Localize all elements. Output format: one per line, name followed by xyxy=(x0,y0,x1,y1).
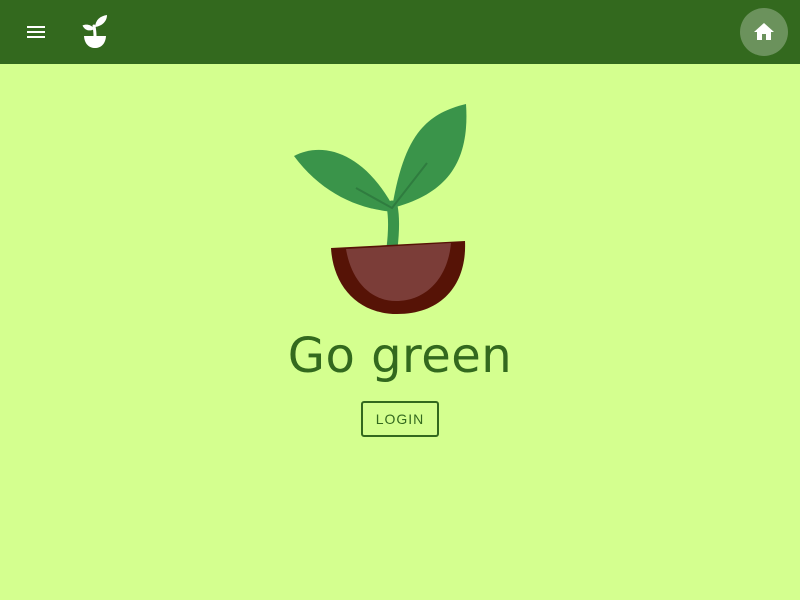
home-button[interactable] xyxy=(740,8,788,56)
login-button[interactable]: LOGIN xyxy=(361,401,439,437)
menu-icon xyxy=(27,26,45,38)
page-title: Go green xyxy=(287,328,513,384)
home-icon xyxy=(754,23,774,40)
sprout-in-pot-icon xyxy=(294,104,467,314)
sprout-illustration xyxy=(280,96,520,320)
sprout-icon xyxy=(82,15,107,48)
menu-button[interactable] xyxy=(12,8,60,56)
logo-button[interactable] xyxy=(72,8,118,56)
app-bar xyxy=(0,0,800,64)
